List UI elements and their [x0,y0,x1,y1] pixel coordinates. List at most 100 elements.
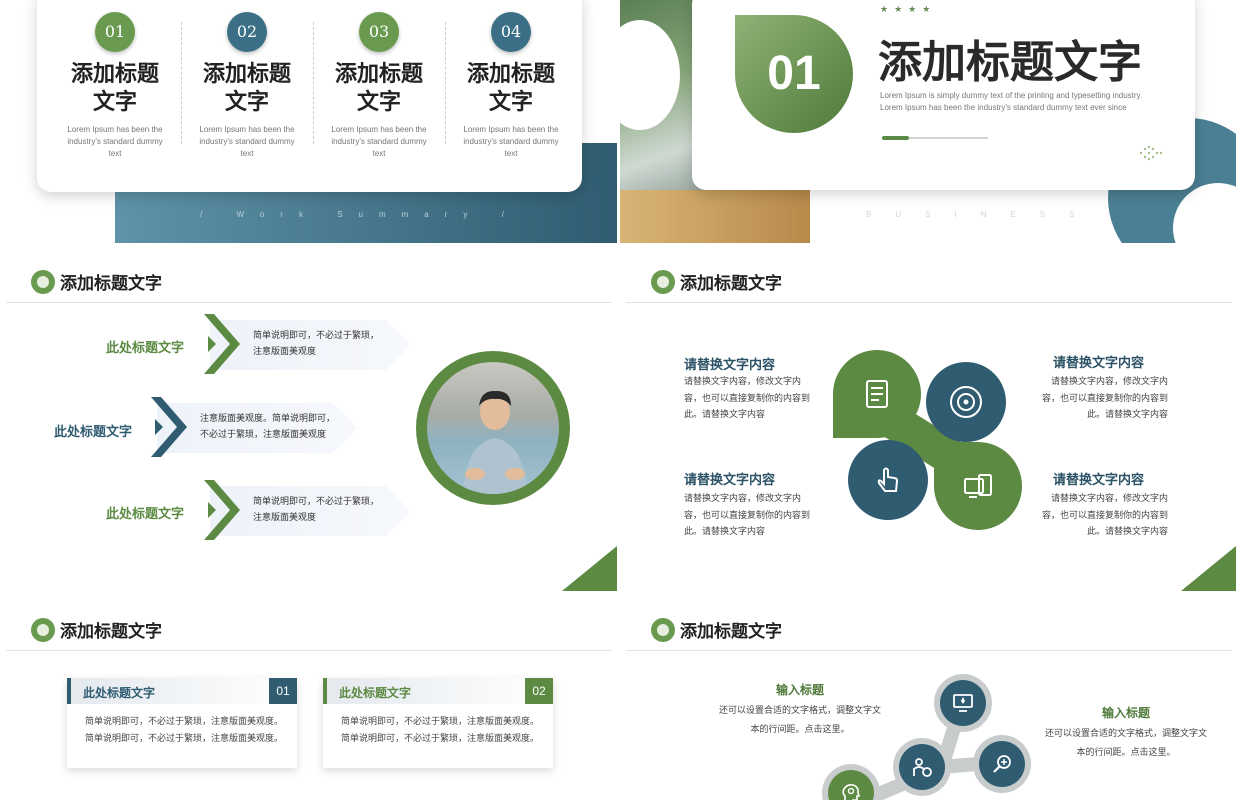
petal-devices [934,442,1022,530]
petal-target [926,362,1006,442]
column-number-badge: 01 [95,12,135,52]
column-number-badge: 04 [491,12,531,52]
head-gear-icon [842,784,861,800]
progress-fill [882,136,909,140]
header-divider [6,650,612,651]
header-divider [626,302,1232,303]
node-user-chart [893,738,951,796]
header-ring-icon [31,270,55,294]
chevron-right-icon [204,480,240,540]
row-label: 此处标题文字 [105,341,184,356]
item-desc: 还可以设置合适的文字格式，调整文字文 本的行间距。点击这里。 [1036,725,1216,763]
card-title: 此处标题文字 [339,686,412,700]
column-2: 02 添加标题文字 Lorem Ipsum has been the indus… [182,12,312,160]
row-text: 注意版面美观度。简单说明即可， 不必过于繁琐，注意版面美观度 [200,411,335,443]
row-text-line: 注意版面美观度 [253,513,317,523]
card-desc: 简单说明即可，不必过于繁琐，注意版面美观度。简单说明即可，不必过于繁琐，注意版面… [341,717,540,744]
column-4: 04 添加标题文字 Lorem Ipsum has been the indus… [446,12,576,160]
slide-header-title: 添加标题文字 [60,274,162,294]
column-1: 01 添加标题文字 Lorem Ipsum has been the indus… [50,12,180,160]
row-label: 此处标题文字 [105,507,184,522]
item-title: 输入标题 [775,683,824,697]
info-card-1: 此处标题文字 01 简单说明即可，不必过于繁琐，注意版面美观度。简单说明即可，不… [67,678,297,768]
slide-thumb-6[interactable]: 添加标题文字 输入标题 还可以设置合适的文字格式，调整文字文 本的行间距。点击这… [620,602,1236,800]
row-text-line: 注意版面美观度 [253,347,317,357]
target-icon [950,386,982,418]
row-label: 此处标题文字 [53,425,132,440]
lorem-line-2: Lorem Ipsum has been the industry's stan… [880,103,1127,112]
watermark-text: BUSINESS [866,210,1099,219]
row-text: 简单说明即可，不必过于繁琐， 注意版面美观度 [253,328,379,360]
column-title: 添加标题文字 [334,61,423,115]
item-desc-line: 还可以设置合适的文字格式，调整文字文 [1044,729,1207,739]
chevron-right-icon [204,314,240,374]
node-search [973,735,1031,793]
slide-title: 添加标题文字 [878,37,1142,88]
card-title: 此处标题文字 [83,686,156,700]
column-desc: Lorem Ipsum has been the industry's stan… [67,125,163,158]
item-desc: 请替换文字内容，修改文字内容，也可以直接复制你的内容到此。请替换文字内容 [1041,494,1168,537]
document-icon [866,380,888,408]
devices-icon [964,474,992,498]
header-divider [6,302,612,303]
node-monitor [934,674,992,732]
item-desc-line: 本的行间距。点击这里。 [1076,748,1176,758]
card-accent-bar [67,678,71,704]
monitor-icon [953,694,973,712]
item-title: 请替换文字内容 [684,473,776,488]
person-photo [427,362,559,494]
card-accent-bar [323,678,327,704]
column-desc: Lorem Ipsum has been the industry's stan… [199,125,295,158]
item-title: 请替换文字内容 [684,358,776,373]
row-text-line: 简单说明即可，不必过于繁琐， [253,331,380,341]
item-title: 请替换文字内容 [1053,356,1145,371]
card-desc: 简单说明即可，不必过于繁琐，注意版面美观度。简单说明即可，不必过于繁琐，注意版面… [85,717,284,744]
stars-decor: ★★★★ [880,5,937,15]
row-text-line: 注意版面美观度。简单说明即可， [200,414,336,424]
column-title: 添加标题文字 [202,61,291,115]
item-desc: 请替换文字内容，修改文字内容，也可以直接复制你的内容到此。请替换文字内容 [684,494,811,537]
header-ring-icon [31,618,55,642]
row-text-line: 简单说明即可，不必过于繁琐， [253,497,380,507]
columns-card: 01 添加标题文字 Lorem Ipsum has been the indus… [37,0,582,192]
slide-thumb-5[interactable]: 添加标题文字 此处标题文字 01 简单说明即可，不必过于繁琐，注意版面美观度。简… [0,602,617,800]
card-number: 01 [269,678,297,704]
column-title: 添加标题文字 [70,61,159,115]
row-text-line: 不必过于繁琐，注意版面美观度 [200,430,327,440]
header-ring-icon [651,270,675,294]
corner-accent [562,546,617,591]
number-badge: 01 [735,15,853,133]
search-icon [993,755,1011,773]
person-illustration [463,390,527,494]
tagline: / Work Summary / [200,210,520,219]
column-title: 添加标题文字 [466,61,555,115]
column-number-badge: 02 [227,12,267,52]
slide-thumb-4[interactable]: 添加标题文字 请替换文字内容 请替换文字内容，修改文字内容，也可以直接复制你的内… [620,254,1236,591]
lorem-text: Lorem Ipsum is simply dummy text of the … [880,90,1170,114]
touch-icon [877,467,899,492]
header-divider [626,650,1232,651]
column-3: 03 添加标题文字 Lorem Ipsum has been the indus… [314,12,444,160]
slide-header-title: 添加标题文字 [680,622,782,642]
slide-thumb-1[interactable]: / Work Summary / 01 添加标题文字 Lorem Ipsum h… [0,0,617,243]
info-card-2: 此处标题文字 02 简单说明即可，不必过于繁琐，注意版面美观度。简单说明即可，不… [323,678,553,768]
slide-thumb-3[interactable]: 添加标题文字 此处标题文字 简单说明即可，不必过于繁琐， 注意版面美观度 此处标… [0,254,617,591]
corner-accent [1181,546,1236,591]
slide-thumb-2[interactable]: BUSINESS 01 ★★★★ 添加标题文字 Lorem Ipsum is s… [620,0,1236,243]
chevron-right-icon [151,397,187,457]
card-number: 02 [525,678,553,704]
petal-document [833,350,921,438]
header-ring-icon [651,618,675,642]
slide-header-title: 添加标题文字 [680,274,782,294]
lorem-line-1: Lorem Ipsum is simply dummy text of the … [880,91,1143,100]
column-number-badge: 03 [359,12,399,52]
petal-touch [848,440,928,520]
column-desc: Lorem Ipsum has been the industry's stan… [463,125,559,158]
item-desc: 请替换文字内容，修改文字内容，也可以直接复制你的内容到此。请替换文字内容 [1041,377,1168,420]
dots-decor-icon [1139,145,1163,161]
item-title: 输入标题 [1101,706,1150,720]
item-desc: 请替换文字内容，修改文字内容，也可以直接复制你的内容到此。请替换文字内容 [684,377,811,420]
photo-desk [620,190,810,243]
user-chart-icon [913,758,932,777]
column-desc: Lorem Ipsum has been the industry's stan… [331,125,427,158]
